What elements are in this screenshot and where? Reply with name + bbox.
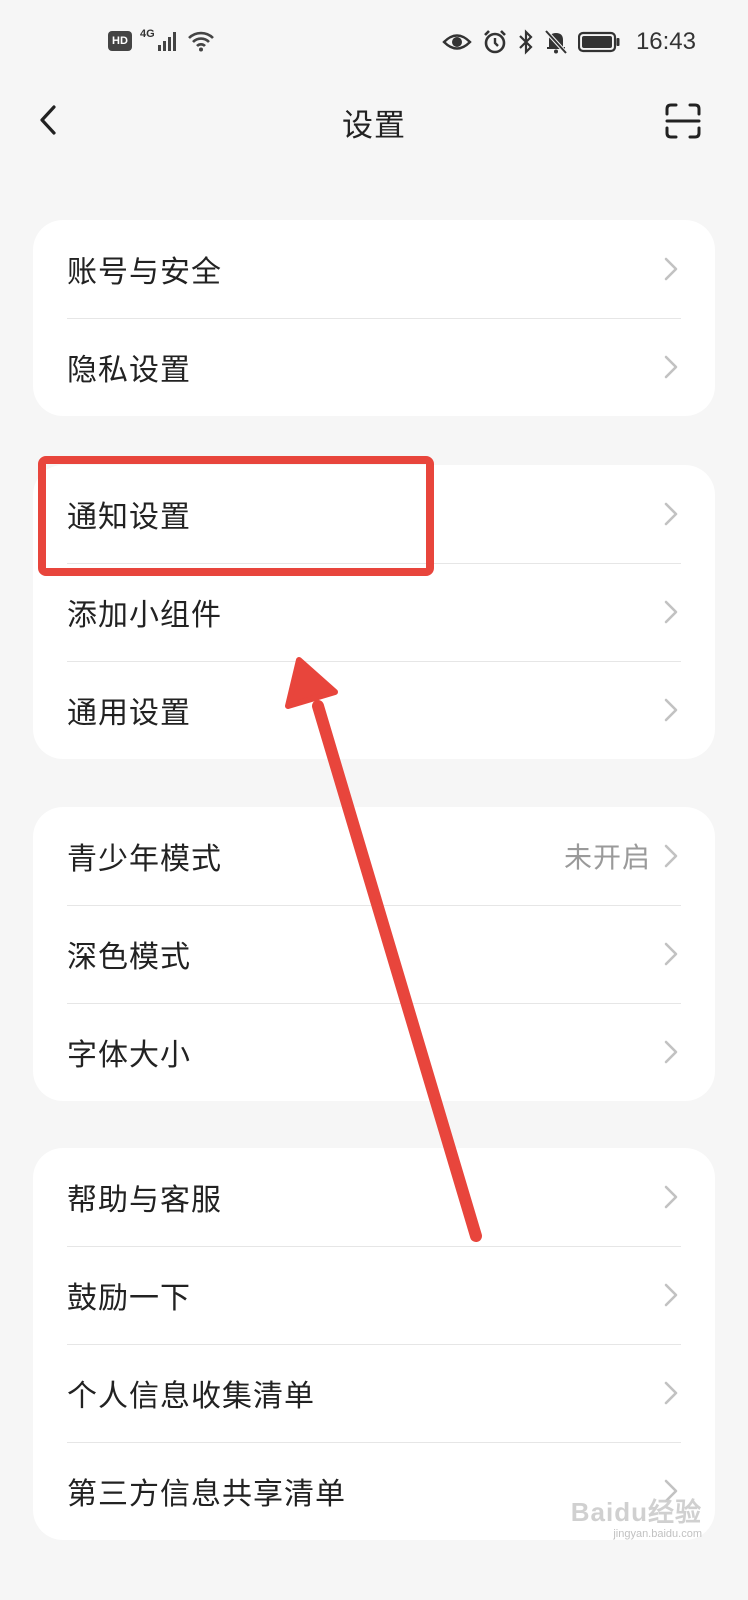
chevron-right-icon	[663, 697, 679, 723]
wifi-icon	[187, 31, 214, 52]
chevron-right-icon	[663, 1039, 679, 1065]
settings-item-add-widget[interactable]: 添加小组件	[33, 563, 715, 661]
signal-icon	[157, 32, 176, 51]
settings-item-privacy[interactable]: 隐私设置	[33, 318, 715, 416]
settings-group-display: 青少年模式 未开启 深色模式 字体大小	[33, 807, 715, 1101]
settings-item-help[interactable]: 帮助与客服	[33, 1148, 715, 1246]
battery-icon	[577, 31, 620, 53]
settings-item-label: 青少年模式	[67, 842, 222, 877]
settings-item-label: 鼓励一下	[67, 1281, 191, 1316]
chevron-right-icon	[663, 1184, 679, 1210]
settings-item-personal-info-list[interactable]: 个人信息收集清单	[33, 1344, 715, 1442]
chevron-right-icon	[663, 501, 679, 527]
watermark-subtext: jingyan.baidu.com	[613, 1528, 702, 1540]
settings-item-label: 账号与安全	[67, 255, 222, 290]
scan-button[interactable]	[664, 102, 702, 140]
settings-item-dark-mode[interactable]: 深色模式	[33, 905, 715, 1003]
scan-icon	[665, 103, 701, 139]
chevron-right-icon	[663, 1380, 679, 1406]
settings-item-encourage[interactable]: 鼓励一下	[33, 1246, 715, 1344]
page-title: 设置	[342, 108, 406, 144]
settings-item-label: 字体大小	[67, 1038, 191, 1073]
annotation-highlight-box	[38, 456, 434, 576]
chevron-right-icon	[663, 599, 679, 625]
settings-item-label: 帮助与客服	[67, 1183, 222, 1218]
settings-item-label: 添加小组件	[67, 598, 222, 633]
settings-item-label: 通用设置	[67, 696, 191, 731]
hd-icon: HD	[108, 31, 132, 51]
settings-item-label: 个人信息收集清单	[67, 1379, 315, 1414]
settings-item-font-size[interactable]: 字体大小	[33, 1003, 715, 1101]
settings-group-help: 帮助与客服 鼓励一下 个人信息收集清单 第三方信息共享清单	[33, 1148, 715, 1540]
settings-item-label: 深色模式	[67, 940, 191, 975]
status-bar: HD 4G 16:43	[0, 0, 748, 86]
bluetooth-icon	[519, 29, 533, 55]
network-type: 4G	[140, 28, 155, 40]
chevron-right-icon	[663, 843, 679, 869]
chevron-right-icon	[663, 354, 679, 380]
header: 设置	[0, 86, 748, 156]
chevron-right-icon	[663, 1282, 679, 1308]
chevron-right-icon	[663, 941, 679, 967]
settings-item-label: 隐私设置	[67, 353, 191, 388]
eye-icon	[442, 34, 472, 50]
settings-group-account: 账号与安全 隐私设置	[33, 220, 715, 416]
status-time: 16:43	[635, 28, 696, 55]
chevron-right-icon	[663, 256, 679, 282]
teen-mode-status: 未开启	[563, 841, 651, 874]
settings-item-teen-mode[interactable]: 青少年模式 未开启	[33, 807, 715, 905]
settings-item-general[interactable]: 通用设置	[33, 661, 715, 759]
bell-off-icon	[544, 29, 568, 55]
alarm-icon	[484, 30, 506, 54]
watermark: Baidu经验 jingyan.baidu.com	[570, 1492, 702, 1540]
watermark-text: Baidu经验	[570, 1497, 702, 1527]
settings-item-account-security[interactable]: 账号与安全	[33, 220, 715, 318]
